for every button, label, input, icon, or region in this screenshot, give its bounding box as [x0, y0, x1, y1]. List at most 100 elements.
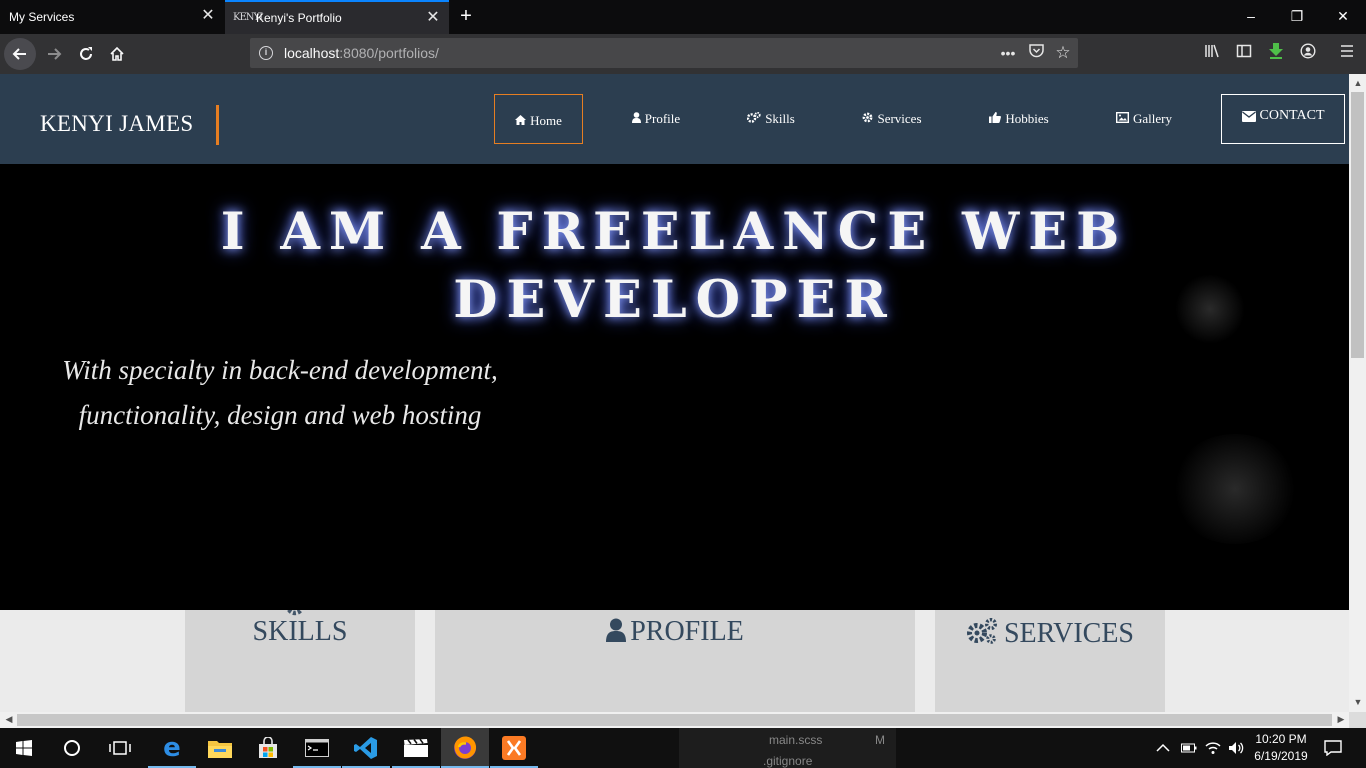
cog-icon [862, 112, 873, 126]
close-icon[interactable]: ✕ [200, 8, 216, 24]
tab-kenyis-portfolio[interactable]: KENYI Kenyi's Portfolio ✕ [225, 0, 449, 34]
horizontal-scroll-thumb[interactable] [17, 714, 1332, 726]
url-path: :8080/portfolios/ [339, 45, 439, 61]
site-header: KENYI JAMES Home Profile Skills Services [0, 74, 1349, 164]
scrollbar-corner [1349, 712, 1366, 728]
edge-browser-icon[interactable]: e [148, 728, 196, 768]
nav-label: Home [530, 113, 562, 128]
clock-time: 10:20 PM [1255, 732, 1307, 746]
hamburger-menu-icon[interactable] [1337, 43, 1357, 63]
info-icon[interactable]: i [259, 46, 273, 60]
battery-icon[interactable] [1181, 728, 1197, 768]
show-hidden-icons-chevron-icon[interactable] [1156, 728, 1170, 768]
hero-section: I AM A FREELANCE WEB DEVELOPER With spec… [0, 164, 1349, 610]
nav-hobbies[interactable]: Hobbies [978, 94, 1060, 144]
store-icon[interactable] [244, 728, 292, 768]
close-icon[interactable]: ✕ [425, 10, 441, 26]
card-heading: SERVICES [935, 617, 1165, 650]
tab-strip: My Services ✕ KENYI Kenyi's Portfolio ✕ … [0, 0, 1366, 34]
window-close-icon[interactable]: ✕ [1320, 0, 1366, 32]
scroll-right-arrow-icon[interactable]: ▶ [1333, 714, 1349, 725]
scroll-up-arrow-icon[interactable]: ▲ [1350, 78, 1366, 88]
tab-title: My Services [9, 10, 75, 24]
smoke-decoration [1170, 434, 1300, 544]
scroll-left-arrow-icon[interactable]: ◀ [1, 714, 17, 725]
address-bar[interactable]: i localhost:8080/portfolios/ ••• ☆ [250, 38, 1078, 68]
cortana-search-icon[interactable] [48, 728, 96, 768]
download-icon[interactable] [1266, 42, 1286, 62]
xampp-icon[interactable] [490, 728, 538, 768]
cogs-icon [966, 617, 998, 650]
system-clock[interactable]: 10:20 PM 6/19/2019 [1245, 731, 1317, 765]
vscode-icon[interactable] [342, 728, 390, 768]
brand-divider [216, 105, 219, 145]
card-services[interactable]: SERVICES [935, 610, 1165, 712]
pocket-icon[interactable] [1026, 43, 1046, 63]
tab-title: Kenyi's Portfolio [256, 11, 342, 25]
card-profile[interactable]: PROFILE [435, 610, 915, 712]
minimize-icon[interactable]: – [1228, 0, 1274, 32]
file-explorer-icon[interactable] [196, 728, 244, 768]
firefox-icon[interactable] [441, 728, 489, 768]
cogs-icon [746, 111, 761, 126]
page-viewport: KENYI JAMES Home Profile Skills Services [0, 74, 1349, 712]
nav-label: Skills [765, 111, 795, 126]
peek-badge: M [875, 733, 885, 747]
card-title: PROFILE [630, 616, 744, 647]
clock-date: 6/19/2019 [1254, 749, 1308, 763]
forward-arrow-icon[interactable] [38, 38, 70, 70]
start-windows-icon[interactable] [0, 728, 48, 768]
new-tab-plus-icon[interactable]: + [455, 5, 477, 27]
hero-subtitle-line: With specialty in back-end development, [62, 355, 498, 385]
brand-name[interactable]: KENYI JAMES [40, 111, 193, 137]
sidebar-icon[interactable] [1234, 43, 1254, 63]
hero-subtitle: With specialty in back-end development, … [40, 348, 520, 438]
action-center-notification-icon[interactable] [1324, 728, 1342, 768]
site-favicon-icon: KENYI [233, 12, 263, 23]
terminal-icon[interactable] [293, 728, 341, 768]
nav-gallery[interactable]: Gallery [1102, 94, 1186, 144]
wifi-icon[interactable] [1204, 728, 1222, 768]
reload-icon[interactable] [70, 38, 102, 70]
nav-label: Services [877, 111, 922, 126]
envelope-icon [1241, 111, 1256, 127]
card-title: SERVICES [1003, 618, 1134, 649]
user-icon [631, 112, 641, 126]
nav-profile[interactable]: Profile [620, 94, 692, 144]
hero-subtitle-line: functionality, design and web hosting [78, 400, 482, 430]
page-actions-icon[interactable]: ••• [998, 43, 1018, 63]
nav-label: Profile [644, 111, 681, 126]
scroll-down-arrow-icon[interactable]: ▼ [1350, 697, 1366, 707]
home-icon [515, 114, 527, 128]
peek-filename: main.scss [769, 733, 823, 747]
windows-taskbar: e main.scss M .gitignore 10:20 PM 6/19/2… [0, 728, 1366, 768]
task-view-icon[interactable] [96, 728, 144, 768]
home-icon[interactable] [101, 38, 133, 70]
account-icon[interactable] [1298, 43, 1318, 63]
peek-window-preview: main.scss M .gitignore [679, 728, 896, 768]
image-icon [1115, 111, 1130, 126]
tab-my-services[interactable]: My Services ✕ [0, 0, 224, 34]
card-title: SKILLS [252, 616, 348, 647]
nav-home[interactable]: Home [494, 94, 583, 144]
nav-label: Hobbies [1005, 111, 1049, 126]
contact-button[interactable]: CONTACT [1221, 94, 1345, 144]
back-arrow-icon[interactable] [4, 38, 36, 70]
nav-services[interactable]: Services [850, 94, 934, 144]
contact-label: CONTACT [1259, 108, 1325, 123]
thumbs-up-icon [989, 112, 1002, 126]
url-host: localhost [284, 45, 340, 61]
nav-skills[interactable]: Skills [735, 94, 807, 144]
peek-filename: .gitignore [763, 754, 813, 768]
nav-label: Gallery [1133, 111, 1172, 126]
browser-toolbar: i localhost:8080/portfolios/ ••• ☆ [0, 34, 1366, 74]
bookmark-star-icon[interactable]: ☆ [1053, 43, 1073, 63]
card-heading: PROFILE [435, 618, 915, 648]
library-icon[interactable] [1202, 43, 1222, 63]
vertical-scroll-thumb[interactable] [1351, 92, 1364, 358]
card-skills[interactable]: SKILLS [185, 610, 415, 712]
hero-title: I AM A FREELANCE WEB DEVELOPER [220, 202, 1129, 330]
video-editor-icon[interactable] [392, 728, 440, 768]
volume-icon[interactable] [1228, 728, 1244, 768]
restore-icon[interactable]: ❐ [1274, 0, 1320, 32]
